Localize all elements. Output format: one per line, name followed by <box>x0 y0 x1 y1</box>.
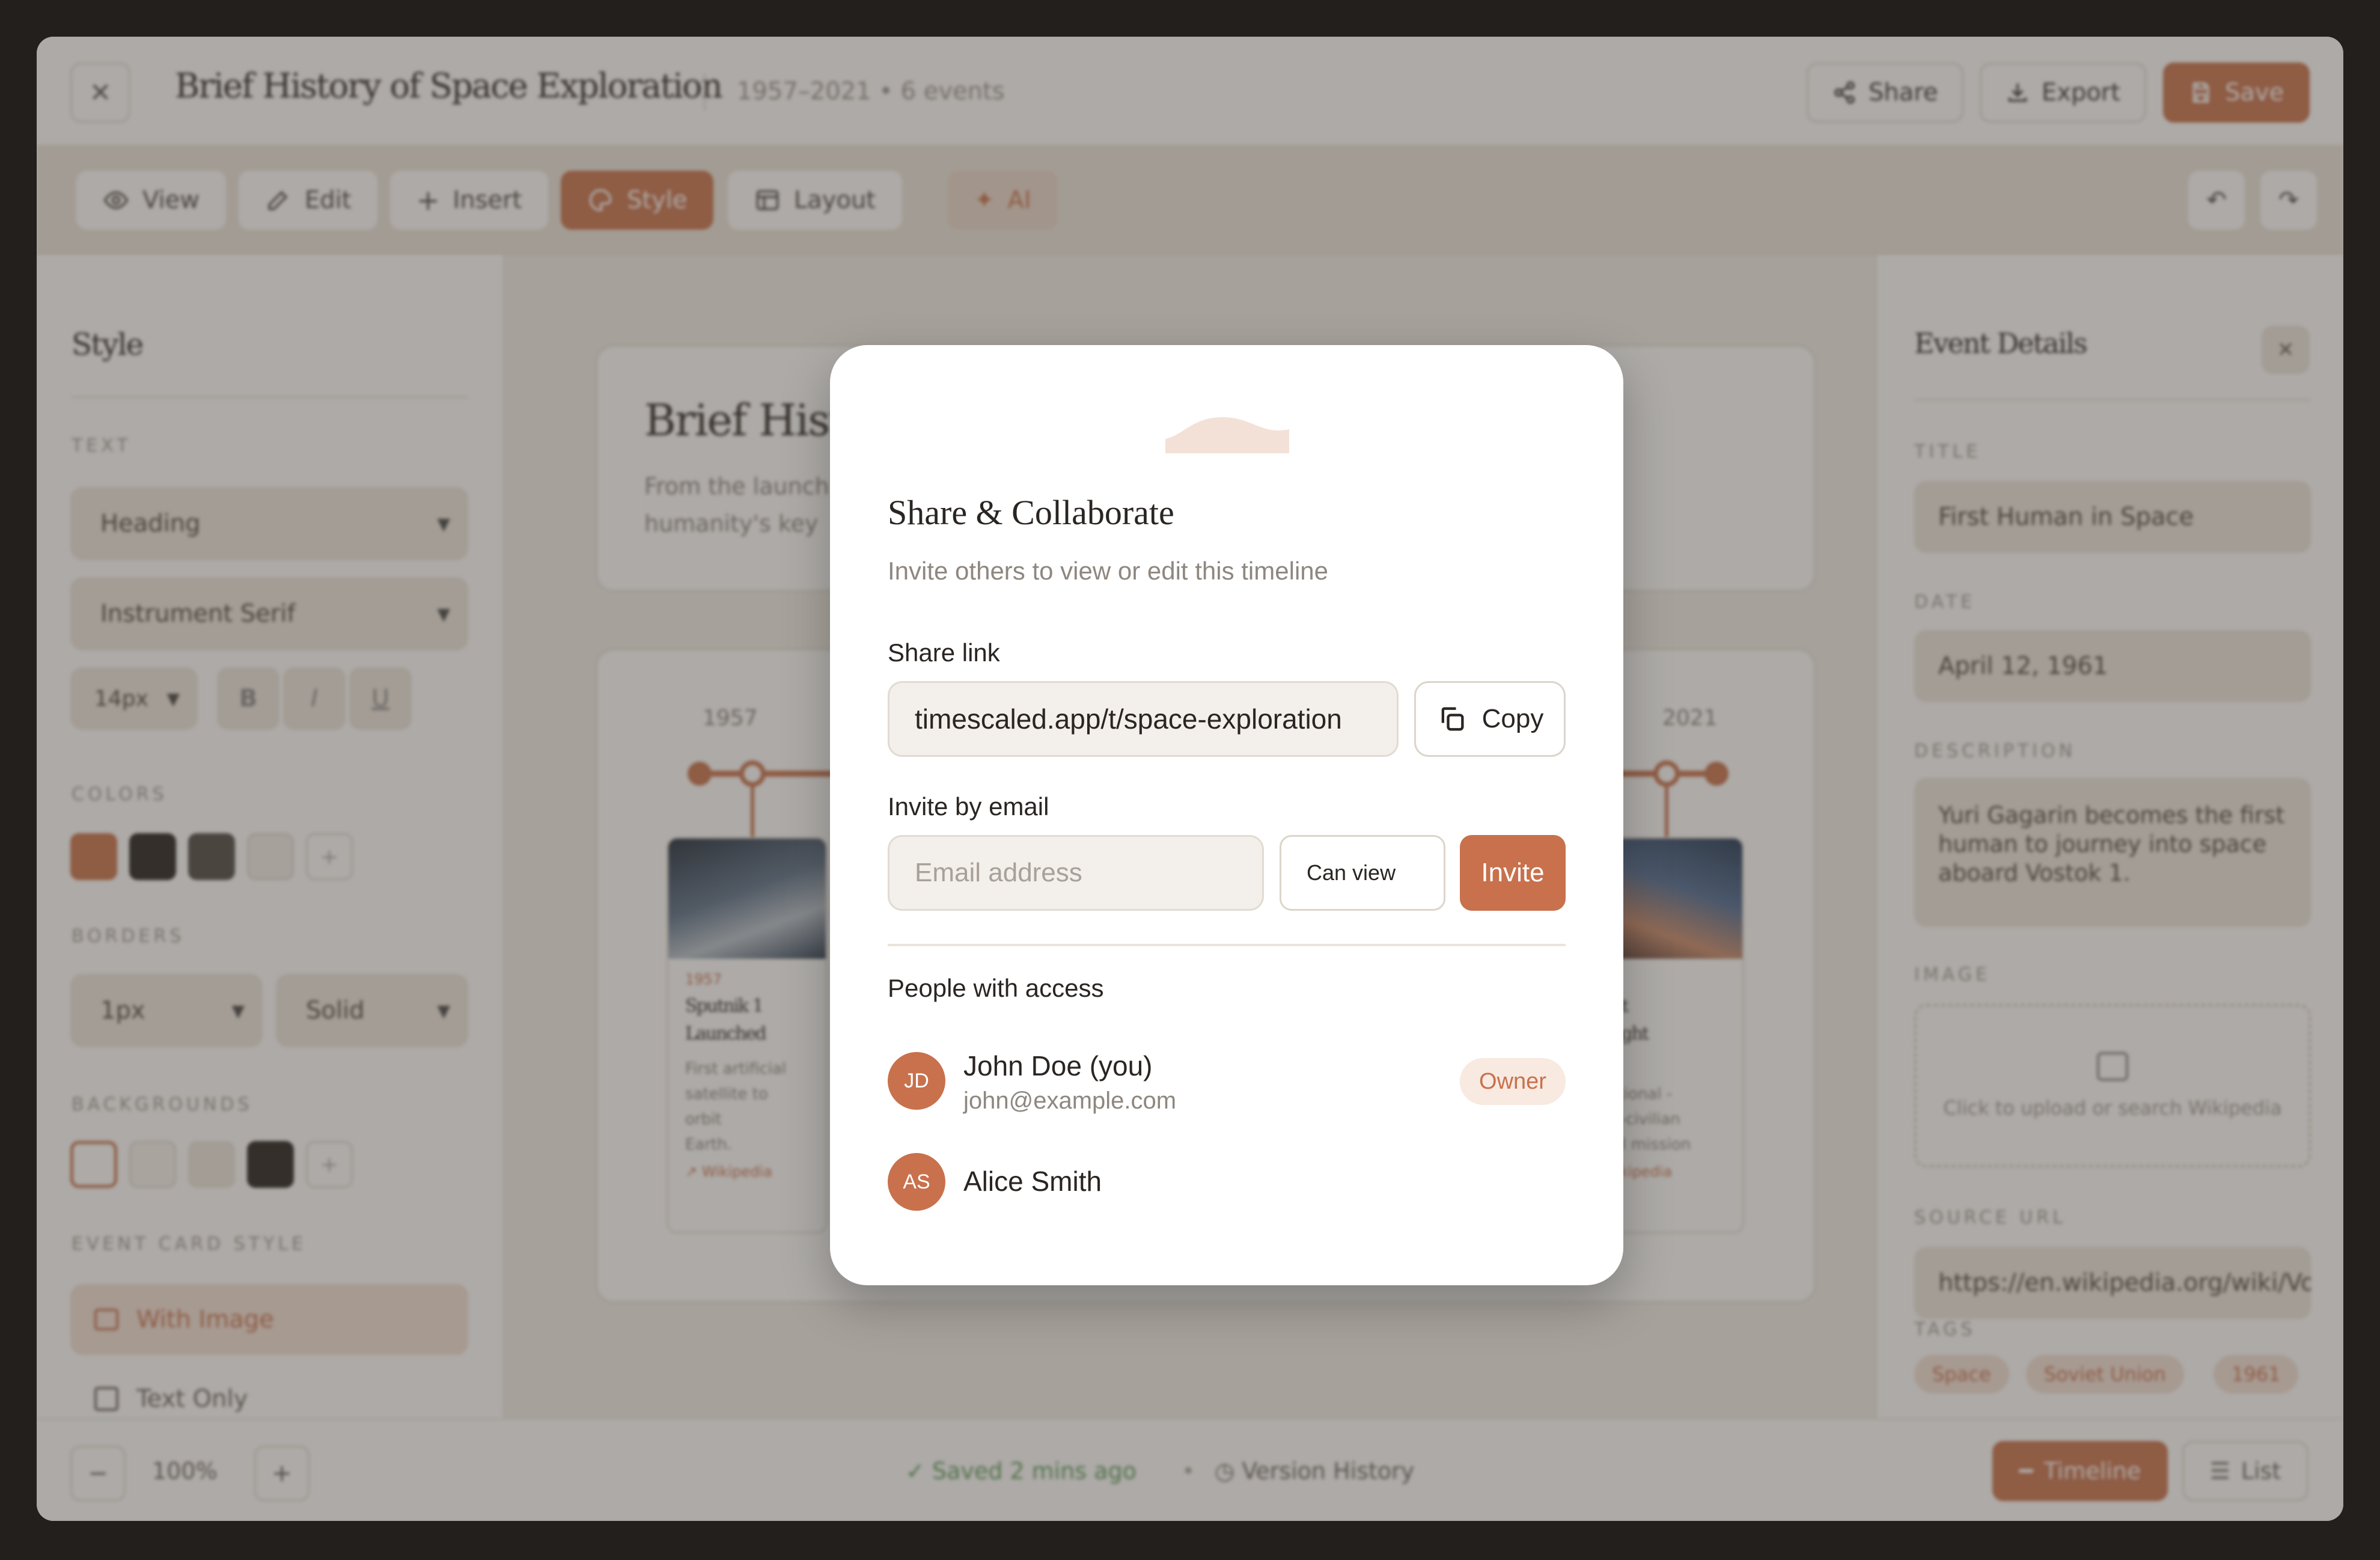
copy-icon <box>1441 707 1464 731</box>
person-name: John Doe (you) <box>963 1050 1153 1081</box>
copy-button[interactable]: Copy <box>1414 681 1566 757</box>
divider <box>888 944 1566 946</box>
share-link-label: Share link <box>888 638 1000 667</box>
person-email: john@example.com <box>963 1087 1177 1114</box>
invite-button[interactable]: Invite <box>1460 835 1566 911</box>
modal-subtitle: Invite others to view or edit this timel… <box>888 557 1328 585</box>
avatar: JD <box>888 1052 945 1110</box>
share-modal: Share & Collaborate Invite others to vie… <box>830 345 1623 1285</box>
avatar: AS <box>888 1153 945 1211</box>
email-input[interactable]: Email address <box>888 835 1264 911</box>
owner-badge: Owner <box>1460 1058 1566 1105</box>
person-name: Alice Smith <box>963 1166 1102 1197</box>
decorative-wave-icon <box>1165 417 1289 453</box>
app-window: ✕ Brief History of Space Exploration 195… <box>37 37 2343 1521</box>
people-with-access-heading: People with access <box>888 974 1104 1002</box>
permission-select[interactable]: Can view <box>1280 835 1445 911</box>
share-link-field[interactable]: timescaled.app/t/space-exploration <box>888 681 1399 757</box>
invite-email-label: Invite by email <box>888 792 1049 821</box>
copy-label: Copy <box>1481 704 1544 733</box>
modal-title: Share & Collaborate <box>888 493 1174 532</box>
